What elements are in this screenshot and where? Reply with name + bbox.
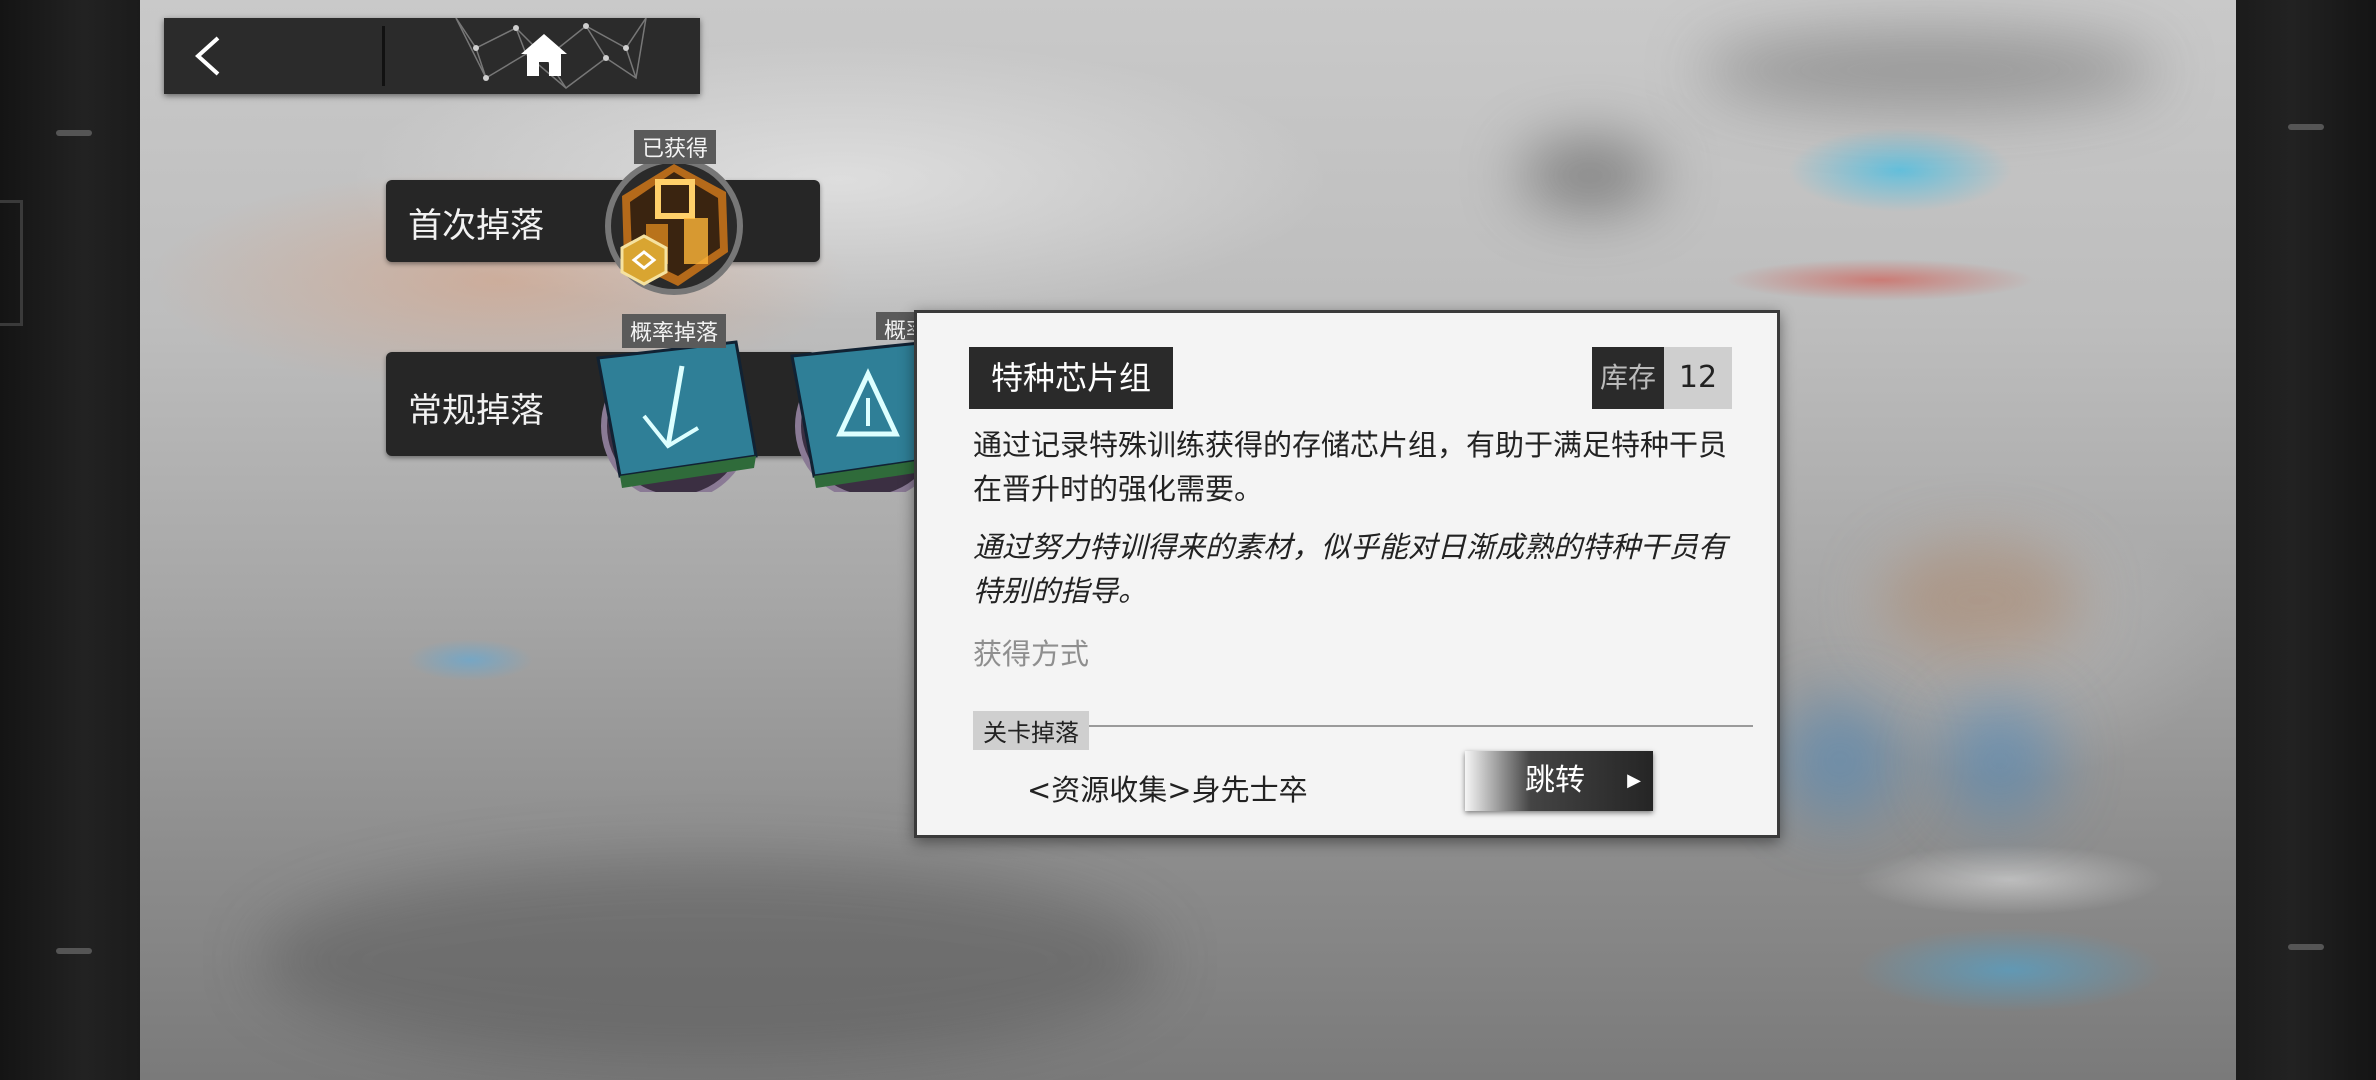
gold-item-icon	[605, 157, 743, 295]
jump-label: 跳转	[1525, 763, 1585, 798]
chip-item-icon	[790, 341, 920, 492]
jump-button[interactable]: 跳转 ▶	[1465, 751, 1653, 811]
section-divider	[973, 725, 1753, 727]
normal-drop-item-1[interactable]: 概率掉落	[586, 314, 762, 501]
first-drop-label: 首次掉落	[408, 206, 544, 246]
stage-drop-tag: 关卡掉落	[973, 711, 1089, 750]
play-arrow-icon: ▶	[1627, 770, 1641, 791]
bezel-mark	[56, 948, 92, 954]
bezel-mark	[56, 130, 92, 136]
bezel-mark	[2288, 944, 2324, 950]
home-button[interactable]	[386, 18, 700, 94]
item-detail-panel: 特种芯片组 库存 12 通过记录特殊训练获得的存储芯片组，有助于满足特种干员在晋…	[914, 310, 1780, 838]
back-arrow-icon	[195, 36, 220, 76]
first-drop-item[interactable]: 已获得	[588, 130, 762, 312]
left-bezel	[0, 0, 140, 1080]
item-flavor-text: 通过努力特训得来的素材，似乎能对日渐成熟的特种干员有特别的指导。	[973, 530, 1728, 608]
stock-count: 12	[1664, 347, 1732, 409]
stage-name: <资源收集>身先士卒	[1027, 773, 1308, 807]
normal-drop-item-2[interactable]	[780, 334, 920, 492]
bezel-hex-decoration	[0, 200, 23, 326]
item-title: 特种芯片组	[969, 347, 1174, 409]
top-nav	[164, 18, 700, 94]
obtain-method-label: 获得方式	[973, 637, 1090, 671]
nav-divider	[382, 26, 385, 86]
normal-drop-label: 常规掉落	[408, 391, 544, 431]
probability-drop-tag: 概率掉落	[621, 314, 727, 348]
home-icon	[521, 34, 567, 76]
chip-item-icon	[596, 340, 758, 501]
right-bezel	[2236, 0, 2376, 1080]
stock-label: 库存	[1592, 347, 1664, 409]
item-description: 通过记录特殊训练获得的存储芯片组，有助于满足特种干员在晋升时的强化需要。	[973, 428, 1728, 506]
bezel-mark	[2288, 124, 2324, 130]
back-button[interactable]	[164, 18, 384, 94]
obtained-tag: 已获得	[633, 130, 717, 164]
